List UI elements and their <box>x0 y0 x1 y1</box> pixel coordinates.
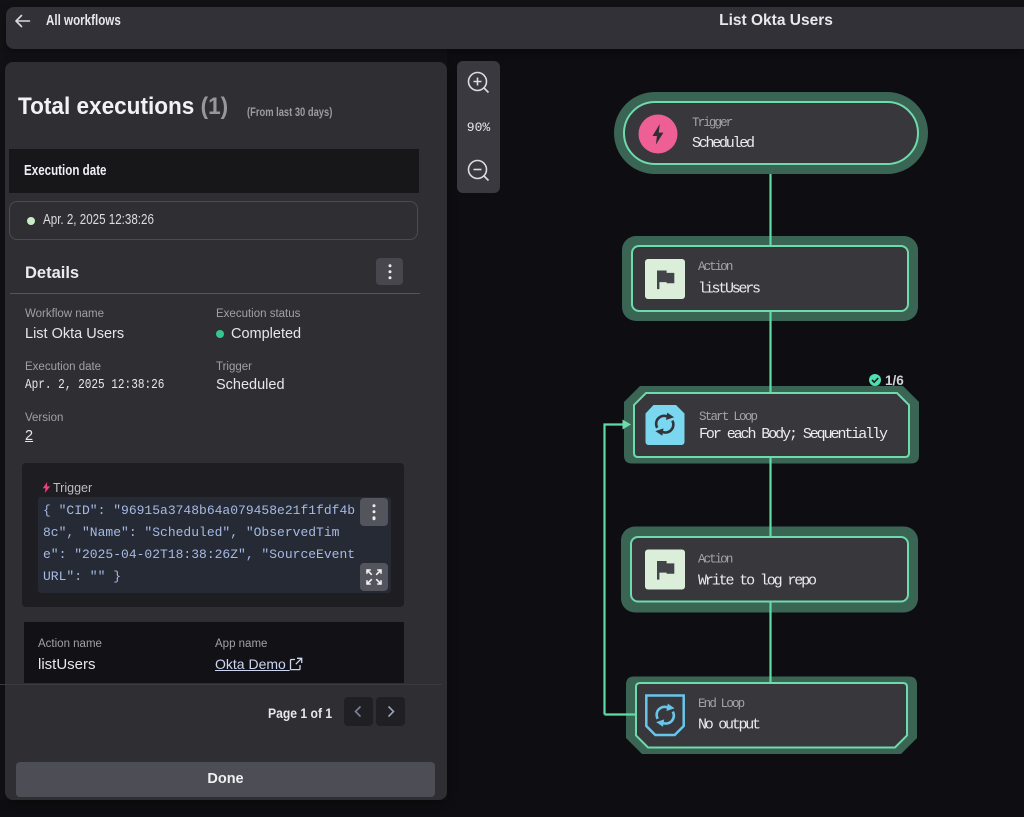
svg-text:1/6: 1/6 <box>885 373 904 388</box>
svg-text:No output: No output <box>698 717 761 734</box>
svg-text:Action: Action <box>698 260 733 274</box>
svg-text:Trigger: Trigger <box>692 116 733 130</box>
svg-text:Scheduled: Scheduled <box>692 135 755 152</box>
svg-text:End Loop: End Loop <box>698 697 745 711</box>
svg-text:listUsers: listUsers <box>698 281 761 298</box>
svg-text:Write to log repo: Write to log repo <box>698 573 817 590</box>
svg-text:For each Body; Sequentially: For each Body; Sequentially <box>699 426 888 443</box>
svg-text:Start Loop: Start Loop <box>699 410 758 424</box>
svg-text:Action: Action <box>698 553 733 567</box>
